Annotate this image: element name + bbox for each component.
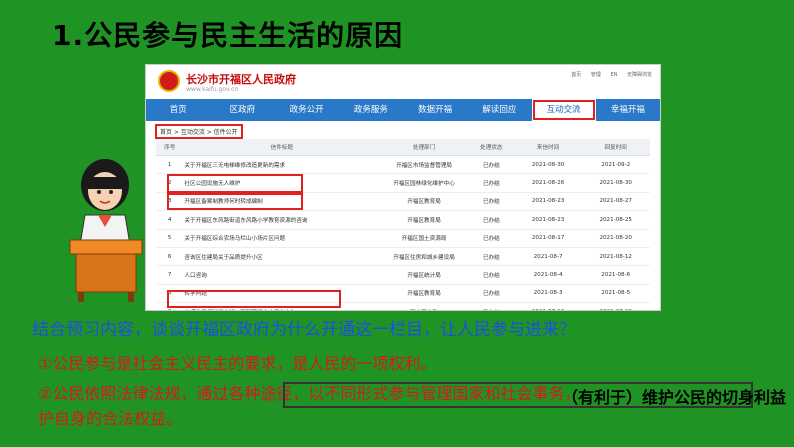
table-row[interactable]: 4 关于开福区东风路街道东风路小学教育资源的咨询 开福区教育局 已办结 2021… <box>156 210 650 230</box>
nav-item-public-affairs[interactable]: 政务公开 <box>275 99 339 121</box>
top-link-accessibility[interactable]: 无障碍浏览 <box>627 72 652 78</box>
cell-dept: 开福区教育局 <box>380 284 468 304</box>
cell-title[interactable]: 关于开福区三无电梯维修改造更新的需求 <box>183 155 381 175</box>
cell-status: 已办结 <box>467 155 515 175</box>
table-header-row: 序号 信件标题 处理部门 处理状态 来信时间 回复时间 <box>156 139 650 156</box>
cell-reply: 2021-08-25 <box>581 210 650 230</box>
cell-dept: 区交警大队 <box>380 302 468 310</box>
cell-index: 1 <box>156 155 184 175</box>
site-header: 长沙市开福区人民政府 www.kaifu.gov.cn 首页 管理 EN 无障碍… <box>146 65 660 99</box>
cell-reply: 2021-07-20 <box>581 302 650 310</box>
slide-background: 1.公民参与民主生活的原因 长沙市开福区人民政府 www.kaifu.gov.c… <box>0 0 794 447</box>
col-header-title: 信件标题 <box>183 139 381 156</box>
nav-item-data[interactable]: 数据开福 <box>403 99 467 121</box>
discussion-question: 结合预习内容，谈谈开福区政府为什么开通这一栏目，让人民参与进来？ <box>32 320 576 340</box>
answer-point-1: ①公民参与是社会主义民主的要求，是人民的一项权利。 <box>38 354 437 373</box>
emblem-icon <box>158 70 180 92</box>
nav-item-interaction[interactable]: 互动交流 <box>531 99 596 121</box>
site-name: 长沙市开福区人民政府 <box>186 73 296 86</box>
cell-dept: 开福区教育局 <box>380 210 468 230</box>
cell-sent: 2021-08-30 <box>514 155 582 175</box>
cell-reply: 2021-08-6 <box>581 265 650 285</box>
cell-status: 已办结 <box>467 192 515 212</box>
cell-sent: 2021-07-16 <box>514 302 582 310</box>
cell-status: 已办结 <box>467 210 515 230</box>
nav-item-happiness[interactable]: 幸福开福 <box>596 99 660 121</box>
cell-dept: 开福区市场监督管理局 <box>380 155 468 175</box>
top-link-home[interactable]: 首页 <box>571 72 581 78</box>
cell-sent: 2021-08-23 <box>514 210 582 230</box>
answer-point-2-cont: 护自身的合法权益。 <box>38 409 183 428</box>
cell-reply: 2021-08-20 <box>581 229 650 248</box>
top-link-en[interactable]: EN <box>610 72 617 78</box>
col-header-dept: 处理部门 <box>380 139 468 156</box>
slide-title: 1.公民参与民主生活的原因 <box>52 19 404 52</box>
col-header-reply: 回复时间 <box>581 139 650 156</box>
cell-sent: 2021-08-26 <box>514 173 582 193</box>
cell-status: 已办结 <box>467 229 515 248</box>
main-nav: 首页 区政府 政务公开 政务服务 数据开福 解读回应 互动交流 幸福开福 <box>146 99 660 121</box>
nav-item-interpretation[interactable]: 解读回应 <box>467 99 531 121</box>
cell-reply: 2021-08-5 <box>581 284 650 304</box>
top-link-manage[interactable]: 管理 <box>591 72 601 78</box>
student-illustration <box>69 159 143 302</box>
cell-reply: 2021-08-12 <box>581 247 650 267</box>
cell-index: 4 <box>156 210 184 230</box>
cell-dept: 开福区住房和城乡建设局 <box>380 247 468 267</box>
site-url: www.kaifu.gov.cn <box>186 86 239 93</box>
letters-table: 序号 信件标题 处理部门 处理状态 来信时间 回复时间 1 关于开福区三无电梯维… <box>156 139 650 310</box>
nav-item-government[interactable]: 区政府 <box>210 99 274 121</box>
table-row[interactable]: 5 关于开福区综合农场马栏山小场片区问题 开福区国土资源局 已办结 2021-0… <box>156 229 650 248</box>
cell-status: 已办结 <box>467 247 515 267</box>
answer-overlay-text: （有利于）维护公民的切身利益 <box>562 388 787 407</box>
cell-sent: 2021-08-23 <box>514 192 582 212</box>
cell-dept: 开福区统计局 <box>380 265 468 285</box>
cell-dept: 开福区国土资源局 <box>380 229 468 248</box>
cell-title[interactable]: 咨询区住建局关于品质提升小区 <box>183 247 381 267</box>
cell-title[interactable]: 关于开福区东风路街道东风路小学教育资源的咨询 <box>183 210 381 230</box>
cell-status: 已办结 <box>467 173 515 193</box>
top-links: 首页 管理 EN 无障碍浏览 <box>563 71 652 78</box>
cell-dept: 开福区教育局 <box>380 192 468 212</box>
cell-index: 5 <box>156 229 184 248</box>
highlight-box-row-2 <box>167 174 303 193</box>
cell-sent: 2021-08-4 <box>514 265 582 285</box>
cell-reply: 2021-08-30 <box>581 173 650 193</box>
col-header-index: 序号 <box>156 139 184 156</box>
cell-sent: 2021-08-7 <box>514 247 582 267</box>
cell-index: 6 <box>156 247 184 267</box>
cell-title[interactable]: 关于开福区综合农场马栏山小场片区问题 <box>183 229 381 248</box>
cell-status: 已办结 <box>467 265 515 285</box>
cell-sent: 2021-08-17 <box>514 229 582 248</box>
table-row[interactable]: 6 咨询区住建局关于品质提升小区 开福区住房和城乡建设局 已办结 2021-08… <box>156 247 650 267</box>
cell-index: 7 <box>156 265 184 285</box>
breadcrumb[interactable]: 首页 > 互动交流 > 信件公开 <box>155 124 243 139</box>
cell-sent: 2021-08-3 <box>514 284 582 304</box>
highlight-box-row-9 <box>167 290 341 308</box>
highlight-box-row-3 <box>167 193 303 210</box>
cell-dept: 开福区园林绿化维护中心 <box>380 173 468 193</box>
cell-title[interactable]: 人口咨询 <box>183 265 381 285</box>
nav-item-services[interactable]: 政务服务 <box>339 99 403 121</box>
col-header-status: 处理状态 <box>467 139 515 156</box>
table-row[interactable]: 7 人口咨询 开福区统计局 已办结 2021-08-4 2021-08-6 <box>156 265 650 285</box>
nav-item-home[interactable]: 首页 <box>146 99 210 121</box>
cell-reply: 2021-08-27 <box>581 192 650 212</box>
cell-status: 已办结 <box>467 302 515 310</box>
table-row[interactable]: 1 关于开福区三无电梯维修改造更新的需求 开福区市场监督管理局 已办结 2021… <box>156 155 650 175</box>
col-header-sent: 来信时间 <box>514 139 582 156</box>
cell-status: 已办结 <box>467 284 515 304</box>
cell-reply: 2021-09-2 <box>581 155 650 175</box>
